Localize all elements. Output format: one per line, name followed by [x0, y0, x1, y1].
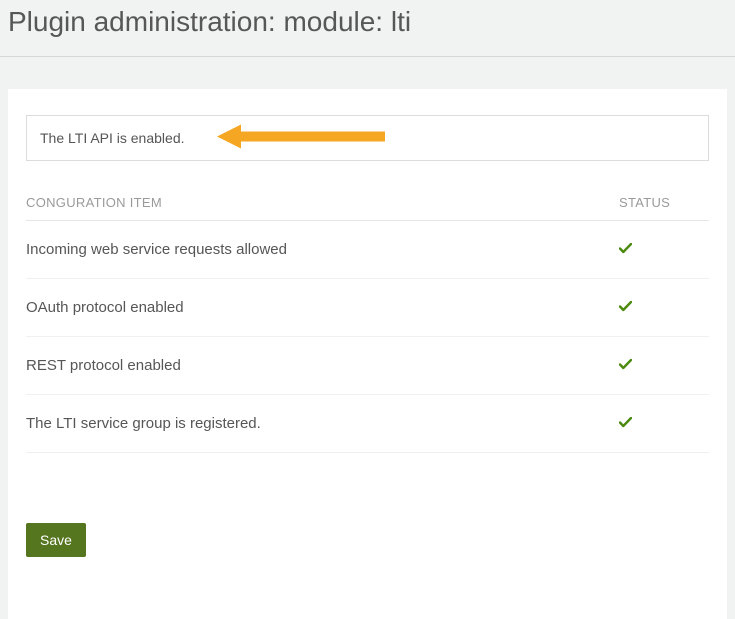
arrow-annotation-icon	[217, 124, 387, 153]
check-icon	[619, 241, 632, 258]
check-icon	[619, 299, 632, 316]
page-title: Plugin administration: module: lti	[8, 6, 727, 38]
status-alert: The LTI API is enabled.	[26, 115, 709, 161]
save-button[interactable]: Save	[26, 523, 86, 557]
table-row: REST protocol enabled	[26, 337, 709, 395]
config-item-label: The LTI service group is registered.	[26, 395, 619, 453]
page-header: Plugin administration: module: lti	[0, 0, 735, 57]
table-row: The LTI service group is registered.	[26, 395, 709, 453]
config-item-status	[619, 395, 709, 453]
check-icon	[619, 415, 632, 432]
config-item-status	[619, 279, 709, 337]
column-header-status: Status	[619, 185, 709, 221]
config-item-status	[619, 337, 709, 395]
config-item-label: Incoming web service requests allowed	[26, 221, 619, 279]
table-row: OAuth protocol enabled	[26, 279, 709, 337]
check-icon	[619, 357, 632, 374]
column-header-item: Conguration item	[26, 185, 619, 221]
config-item-label: OAuth protocol enabled	[26, 279, 619, 337]
config-item-label: REST protocol enabled	[26, 337, 619, 395]
alert-text: The LTI API is enabled.	[40, 130, 185, 146]
config-item-status	[619, 221, 709, 279]
configuration-table: Conguration item Status Incoming web ser…	[26, 185, 709, 453]
table-row: Incoming web service requests allowed	[26, 221, 709, 279]
content-panel: The LTI API is enabled. Conguration item…	[8, 89, 727, 619]
